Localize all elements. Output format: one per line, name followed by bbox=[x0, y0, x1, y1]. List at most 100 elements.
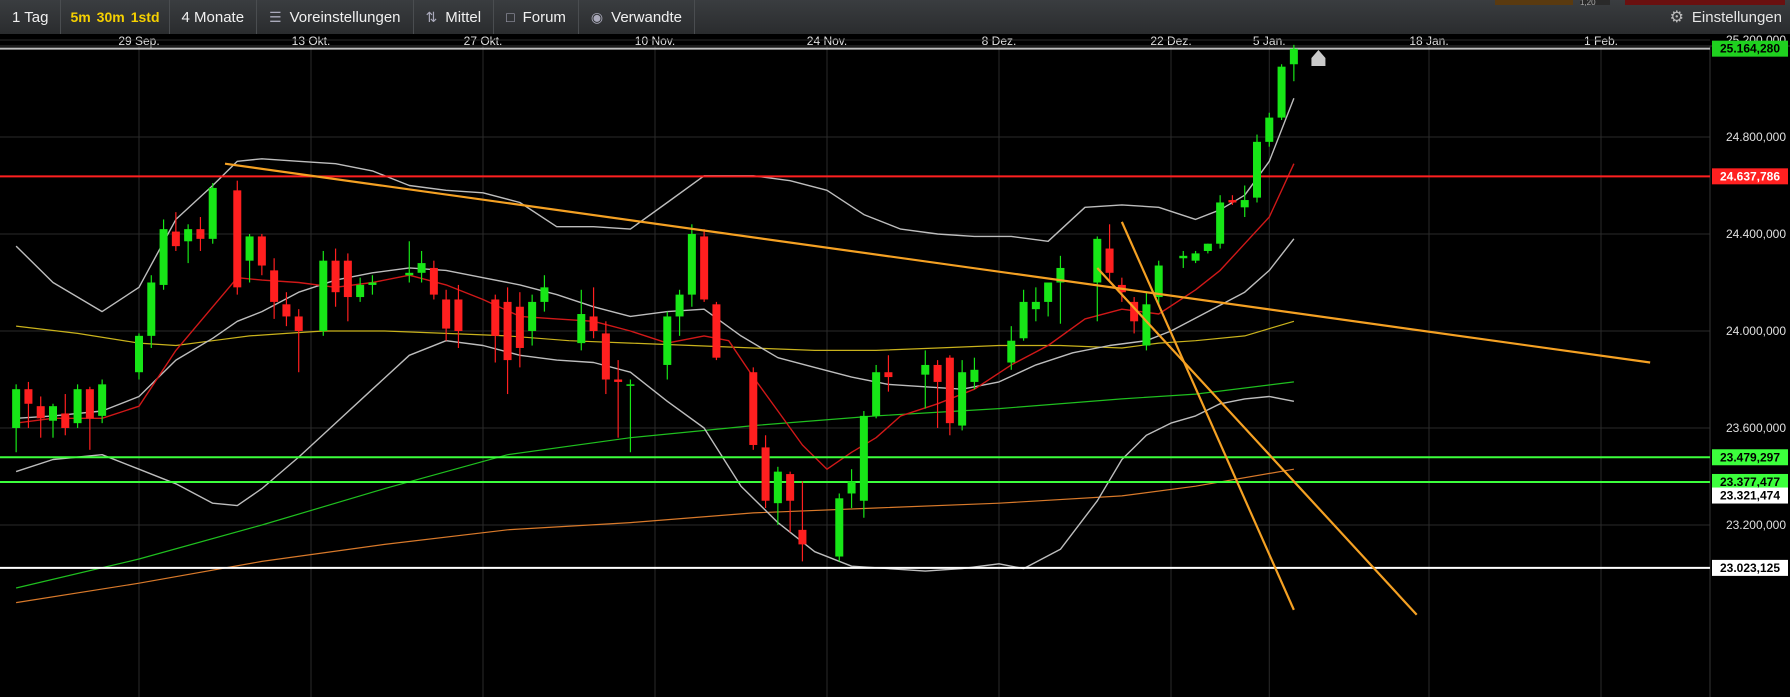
indicator-button[interactable]: ⇅ Mittel bbox=[414, 0, 495, 34]
candle-body bbox=[1031, 301, 1040, 310]
candle-body bbox=[429, 267, 438, 295]
y-tick-label: 24.000,000 bbox=[1726, 324, 1786, 338]
candle-body bbox=[540, 287, 549, 302]
candle-body bbox=[1093, 238, 1102, 283]
candle-body bbox=[454, 299, 463, 331]
chat-icon: □ bbox=[506, 9, 515, 25]
candle-body bbox=[196, 229, 205, 239]
candle-body bbox=[1105, 248, 1114, 273]
period-selector[interactable]: 1 Tag bbox=[0, 0, 62, 34]
presets-label: Voreinstellungen bbox=[289, 8, 401, 26]
candle-body bbox=[614, 379, 623, 382]
candle-body bbox=[159, 229, 168, 285]
y-tick-label: 23.600,000 bbox=[1726, 421, 1786, 435]
candle-body bbox=[589, 316, 598, 331]
candle-body bbox=[491, 299, 500, 336]
candle-body bbox=[1265, 117, 1274, 142]
candle-body bbox=[135, 335, 143, 373]
indicator-icon: ⇅ bbox=[425, 8, 438, 25]
candle-body bbox=[663, 316, 672, 365]
price-tag: 25.164,280 bbox=[1720, 42, 1780, 56]
candle-body bbox=[872, 372, 881, 416]
candle-body bbox=[687, 234, 696, 295]
candle-body bbox=[847, 481, 856, 494]
candle-body bbox=[933, 364, 942, 382]
candle-body bbox=[1019, 301, 1028, 339]
candle-body bbox=[184, 229, 193, 242]
interval-30m[interactable]: 30m bbox=[94, 9, 128, 25]
price-tag: 23.479,297 bbox=[1720, 450, 1780, 464]
candle-body bbox=[528, 301, 537, 331]
top-chip-right bbox=[1625, 0, 1785, 5]
candle-body bbox=[1253, 141, 1261, 198]
candle-body bbox=[970, 369, 979, 382]
candle-body bbox=[945, 357, 954, 424]
presets-button[interactable]: ☰ Voreinstellungen bbox=[257, 0, 414, 34]
candle-body bbox=[761, 447, 770, 501]
candle-body bbox=[356, 284, 365, 298]
candle-body bbox=[294, 316, 303, 331]
settings-label: Einstellungen bbox=[1691, 8, 1782, 26]
candle-body bbox=[208, 187, 217, 239]
candle-body bbox=[712, 304, 721, 358]
candle-body bbox=[1289, 48, 1298, 65]
candle-body bbox=[921, 364, 930, 375]
candle-body bbox=[515, 306, 524, 348]
candle-body bbox=[1228, 200, 1237, 203]
y-tick-label: 24.400,000 bbox=[1726, 227, 1786, 241]
interval-5m[interactable]: 5m bbox=[67, 9, 93, 25]
price-tag-free: 23.321,474 bbox=[1720, 489, 1780, 503]
candle-body bbox=[835, 498, 844, 557]
candle-body bbox=[749, 372, 758, 445]
candle-body bbox=[626, 384, 635, 386]
price-chart[interactable]: 29 Sep. 13 Okt. 27 Okt. 10 Nov. 24 Nov. 8 Dez… bbox=[0, 34, 1790, 697]
candle-body bbox=[270, 270, 279, 302]
interval-group: 5m 30m 1std bbox=[61, 0, 170, 34]
candle-body bbox=[12, 389, 21, 428]
candle-body bbox=[49, 406, 57, 421]
candle-body bbox=[1203, 243, 1212, 251]
candle-body bbox=[24, 389, 33, 404]
candle-body bbox=[417, 263, 426, 273]
candle-body bbox=[1007, 340, 1016, 363]
candle-body bbox=[282, 304, 291, 317]
candle-body bbox=[1277, 66, 1286, 118]
candle-body bbox=[884, 372, 893, 378]
candle-body bbox=[368, 282, 377, 285]
candle-body bbox=[257, 236, 266, 266]
candle-body bbox=[859, 415, 868, 501]
candle-body bbox=[1216, 202, 1225, 244]
candle-body bbox=[1179, 255, 1188, 259]
sliders-icon: ☰ bbox=[269, 8, 282, 25]
chart-background bbox=[0, 34, 1790, 697]
price-tag: 23.023,125 bbox=[1720, 561, 1780, 575]
candle-body bbox=[331, 260, 340, 293]
top-chip-middle: 1,20 bbox=[1580, 0, 1610, 7]
candle-body bbox=[98, 384, 107, 416]
candle-body bbox=[245, 236, 254, 261]
period-label: 1 Tag bbox=[12, 8, 49, 26]
related-button[interactable]: ◉ Verwandte bbox=[579, 0, 696, 34]
candle-body bbox=[786, 474, 795, 501]
gear-icon: ⚙ bbox=[1669, 9, 1684, 26]
range-label: 4 Monate bbox=[181, 8, 245, 26]
candle-body bbox=[36, 406, 45, 419]
related-label: Verwandte bbox=[611, 8, 683, 26]
y-tick-label: 23.200,000 bbox=[1726, 518, 1786, 532]
y-tick-label: 24.800,000 bbox=[1726, 130, 1786, 144]
candle-body bbox=[798, 529, 807, 545]
candle-body bbox=[1154, 265, 1163, 298]
candle-body bbox=[147, 282, 156, 336]
candle-body bbox=[1240, 200, 1249, 208]
interval-1std[interactable]: 1std bbox=[128, 9, 163, 25]
range-selector[interactable]: 4 Monate bbox=[170, 0, 258, 34]
settings-button[interactable]: ⚙ Einstellungen bbox=[1660, 0, 1790, 34]
candle-body bbox=[319, 260, 328, 331]
candle-body bbox=[442, 299, 451, 329]
candle-body bbox=[343, 260, 352, 298]
candle-body bbox=[675, 294, 684, 317]
candle-body bbox=[773, 471, 782, 504]
forum-button[interactable]: □ Forum bbox=[494, 0, 579, 34]
indicator-label: Mittel bbox=[445, 8, 482, 26]
